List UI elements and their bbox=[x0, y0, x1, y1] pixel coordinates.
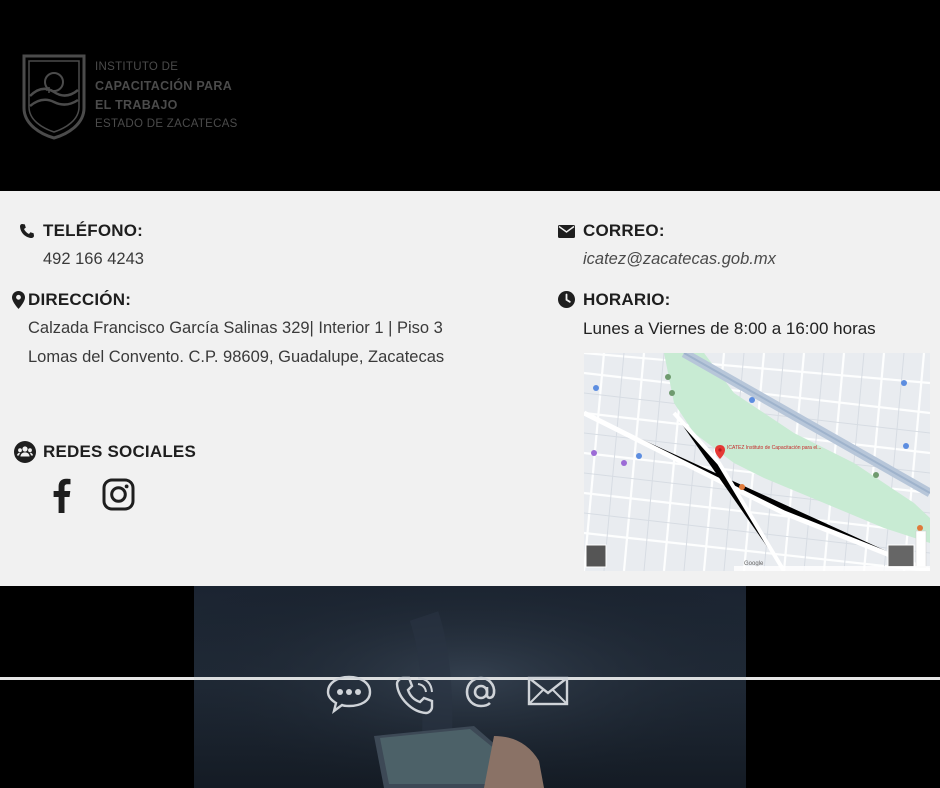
phone-ringing-icon bbox=[394, 674, 436, 721]
contact-info-panel: TELÉFONO: 492 166 4243 DIRECCIÓN: Calzad… bbox=[0, 191, 940, 586]
map-graphic: ICATEZ Instituto de Capacitación para el… bbox=[584, 353, 930, 571]
phone-label: TELÉFONO: bbox=[43, 221, 144, 240]
chat-bubble-icon bbox=[326, 674, 372, 719]
logo-line-3: EL TRABAJO bbox=[95, 98, 178, 112]
bottom-banner bbox=[0, 586, 940, 788]
envelope-icon bbox=[558, 225, 575, 238]
logo-shield-icon[interactable] bbox=[20, 52, 88, 140]
logo-line-4: ESTADO DE ZACATECAS bbox=[95, 118, 238, 130]
site-header: INSTITUTO DE CAPACITACIÓN PARA EL TRABAJ… bbox=[0, 0, 940, 191]
map-pin-icon bbox=[12, 291, 25, 309]
at-sign-icon bbox=[464, 674, 498, 715]
email-label: CORREO: bbox=[583, 221, 665, 240]
map-place-label: ICATEZ Instituto de Capacitación para el… bbox=[727, 445, 821, 451]
address-line-1: Calzada Francisco García Salinas 329| In… bbox=[28, 319, 443, 337]
address-label: DIRECCIÓN: bbox=[28, 290, 132, 309]
instagram-icon[interactable] bbox=[102, 478, 135, 511]
contact-icon-strip bbox=[326, 674, 576, 718]
phone-number[interactable]: 492 166 4243 bbox=[43, 250, 144, 269]
mail-icon bbox=[526, 674, 570, 713]
logo-line-1: INSTITUTO DE bbox=[95, 61, 179, 73]
schedule-value: Lunes a Viernes de 8:00 a 16:00 horas bbox=[583, 319, 876, 338]
facebook-icon[interactable] bbox=[48, 477, 74, 513]
phone-icon bbox=[20, 224, 34, 238]
clock-icon bbox=[558, 291, 575, 308]
logo-wordmark[interactable]: INSTITUTO DE CAPACITACIÓN PARA EL TRABAJ… bbox=[95, 58, 238, 134]
logo-line-2: CAPACITACIÓN PARA bbox=[95, 79, 233, 93]
users-icon bbox=[14, 441, 36, 463]
social-label: REDES SOCIALES bbox=[43, 442, 196, 461]
email-link[interactable]: icatez@zacatecas.gob.mx bbox=[583, 250, 776, 269]
address-line-2: Lomas del Convento. C.P. 98609, Guadalup… bbox=[28, 348, 445, 366]
location-map[interactable]: ICATEZ Instituto de Capacitación para el… bbox=[584, 353, 930, 571]
schedule-label: HORARIO: bbox=[583, 290, 671, 309]
